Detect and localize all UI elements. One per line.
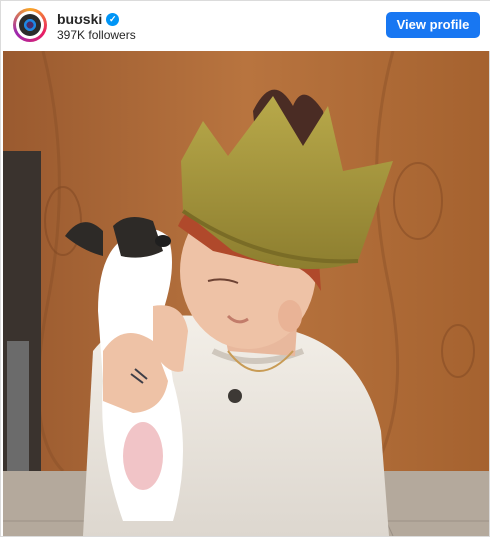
verified-badge-icon: ✓ <box>106 12 120 26</box>
username-link[interactable]: buʊski <box>57 11 102 27</box>
instagram-embed-card: buʊski ✓ 397K followers View profile <box>0 0 491 537</box>
view-profile-button[interactable]: View profile <box>386 12 480 38</box>
photo-illustration <box>3 51 489 536</box>
avatar[interactable] <box>13 8 47 42</box>
followers-count: 397K followers <box>57 28 136 42</box>
account-name-row: buʊski ✓ <box>57 11 120 27</box>
post-photo[interactable] <box>3 51 489 536</box>
post-header: buʊski ✓ 397K followers View profile <box>1 1 491 51</box>
